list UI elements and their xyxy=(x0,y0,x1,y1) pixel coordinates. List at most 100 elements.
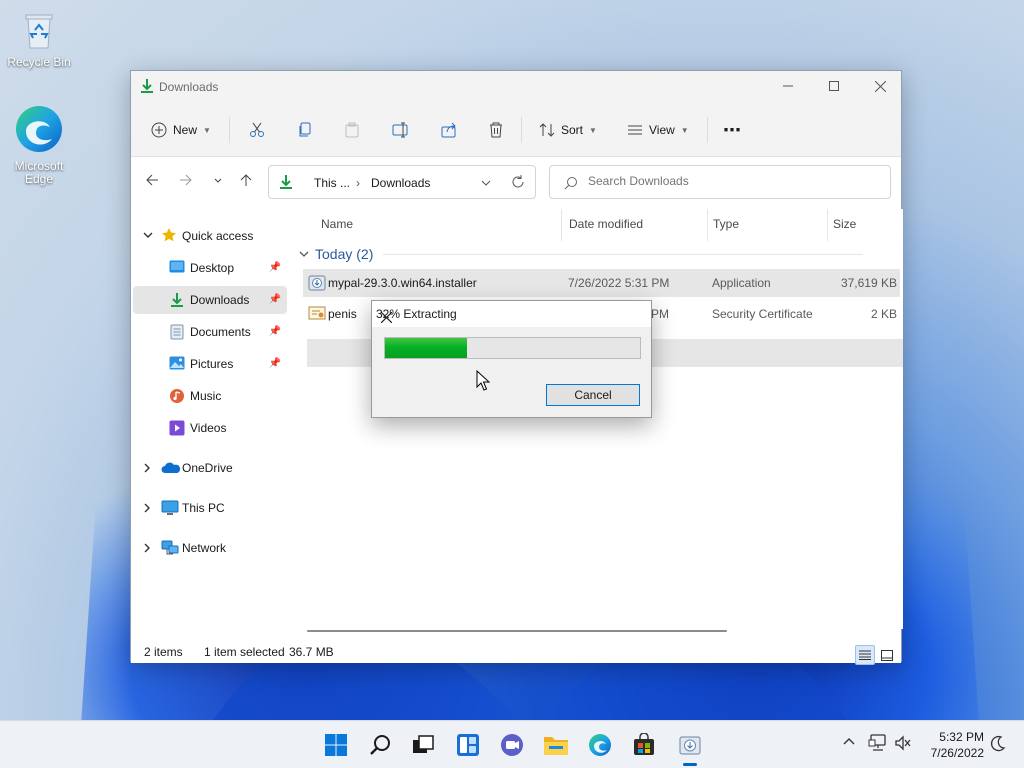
progress-fill xyxy=(385,338,467,358)
trash-icon xyxy=(490,122,502,138)
downloads-icon xyxy=(279,174,293,193)
arrow-left-icon xyxy=(146,174,158,186)
breadcrumb-downloads[interactable]: Downloads xyxy=(371,176,430,190)
chat-button[interactable] xyxy=(498,731,526,759)
taskbar-search-button[interactable] xyxy=(366,731,394,759)
arrow-up-icon xyxy=(240,174,252,186)
nav-desktop[interactable]: Desktop 📌 xyxy=(133,254,287,282)
dialog-title-bar[interactable]: 32% Extracting xyxy=(372,301,651,327)
nav-label: This PC xyxy=(182,501,225,515)
view-button[interactable]: View ▼ xyxy=(627,115,689,145)
notifications-button[interactable] xyxy=(990,735,1006,756)
file-name: mypal-29.3.0.win64.installer xyxy=(328,276,477,290)
dialog-close-button[interactable] xyxy=(376,307,396,327)
nav-this-pc[interactable]: This PC xyxy=(133,494,287,522)
search-box[interactable] xyxy=(549,165,891,199)
breadcrumb-this-pc[interactable]: This ... xyxy=(314,176,350,190)
sort-button[interactable]: Sort ▼ xyxy=(539,115,597,145)
network-ethernet-icon xyxy=(868,734,886,751)
scrollbar-thumb[interactable] xyxy=(307,630,727,632)
edge-taskbar-button[interactable] xyxy=(586,731,614,759)
maximize-button[interactable] xyxy=(811,71,857,101)
address-history-button[interactable] xyxy=(481,177,491,191)
nav-music[interactable]: Music xyxy=(133,382,287,410)
back-button[interactable] xyxy=(145,173,159,190)
show-hidden-icons-button[interactable] xyxy=(843,735,855,749)
nav-videos[interactable]: Videos xyxy=(133,414,287,442)
volume-tray-button[interactable] xyxy=(894,734,912,755)
chevron-right-icon[interactable] xyxy=(143,503,151,515)
file-name: penis xyxy=(328,307,357,321)
nav-label: Network xyxy=(182,541,227,555)
details-view-icon xyxy=(859,650,871,660)
toolbar-divider xyxy=(229,117,230,143)
nav-onedrive[interactable]: OneDrive xyxy=(133,454,287,482)
nav-label: Music xyxy=(190,389,222,403)
cancel-button[interactable]: Cancel xyxy=(546,384,640,406)
copy-button[interactable] xyxy=(297,115,313,145)
status-selection: 1 item selected xyxy=(204,645,285,659)
nav-quick-access[interactable]: Quick access xyxy=(133,222,287,250)
address-bar[interactable]: This ... › Downloads xyxy=(268,165,536,199)
tiles-view-button[interactable] xyxy=(877,645,897,665)
title-bar[interactable]: Downloads xyxy=(131,71,901,103)
desktop-icon-label: Microsoft Edge xyxy=(14,159,64,186)
widgets-button[interactable] xyxy=(454,731,482,759)
column-header-name[interactable]: Name xyxy=(321,217,353,231)
chevron-right-icon[interactable] xyxy=(143,463,151,475)
refresh-button[interactable] xyxy=(511,175,525,192)
file-explorer-button[interactable] xyxy=(542,731,570,759)
network-tray-button[interactable] xyxy=(868,734,888,755)
nav-pictures[interactable]: Pictures 📌 xyxy=(133,350,287,378)
group-header-today[interactable]: Today (2) xyxy=(299,246,863,262)
horizontal-scrollbar[interactable] xyxy=(307,629,727,633)
desktop-icon-edge[interactable]: Microsoft Edge xyxy=(4,104,74,186)
desktop-folder-icon xyxy=(169,260,185,277)
chevron-down-icon[interactable] xyxy=(143,231,153,241)
view-list-icon xyxy=(628,125,642,135)
group-label: Today (2) xyxy=(315,246,374,262)
file-date-modified: PM xyxy=(651,307,669,321)
pin-icon: 📌 xyxy=(268,262,281,273)
nav-downloads[interactable]: Downloads 📌 xyxy=(133,286,287,314)
see-more-button[interactable]: ⋯ xyxy=(723,115,741,145)
file-type: Security Certificate xyxy=(712,307,813,321)
taskbar-clock[interactable]: 5:32 PM 7/26/2022 xyxy=(931,729,984,761)
window-title: Downloads xyxy=(159,80,219,94)
start-icon xyxy=(325,734,347,756)
desktop-icon-recycle-bin[interactable]: Recycle Bin xyxy=(4,10,74,69)
close-button[interactable] xyxy=(857,71,903,101)
rename-button[interactable] xyxy=(392,115,410,145)
share-button[interactable] xyxy=(441,115,457,145)
file-row-mypal[interactable]: mypal-29.3.0.win64.installer 7/26/2022 5… xyxy=(303,269,900,297)
column-header-date-modified[interactable]: Date modified xyxy=(569,217,643,231)
details-view-button[interactable] xyxy=(855,645,875,665)
column-header-type[interactable]: Type xyxy=(713,217,739,231)
forward-button[interactable] xyxy=(179,173,193,190)
new-button[interactable]: New ▼ xyxy=(151,115,211,145)
arrow-right-icon xyxy=(180,174,192,186)
nav-documents[interactable]: Documents 📌 xyxy=(133,318,287,346)
nav-label: Desktop xyxy=(190,261,235,275)
start-button[interactable] xyxy=(322,731,350,759)
maximize-icon xyxy=(829,81,839,91)
recent-locations-button[interactable] xyxy=(213,173,223,190)
mouse-cursor-icon xyxy=(476,370,490,391)
search-input[interactable] xyxy=(588,174,878,188)
nav-network[interactable]: Network xyxy=(133,534,287,562)
minimize-button[interactable] xyxy=(765,71,811,101)
store-button[interactable] xyxy=(630,731,658,759)
delete-button[interactable] xyxy=(488,115,504,145)
moon-icon xyxy=(990,735,1006,752)
up-button[interactable] xyxy=(239,173,253,190)
star-icon xyxy=(161,227,177,246)
store-icon xyxy=(634,733,654,755)
computer-icon xyxy=(161,500,179,519)
task-view-button[interactable] xyxy=(409,731,437,759)
column-header-size[interactable]: Size xyxy=(833,217,856,231)
chevron-right-icon[interactable] xyxy=(143,543,151,555)
paste-button[interactable] xyxy=(344,115,360,145)
progress-bar xyxy=(384,337,641,359)
cut-button[interactable] xyxy=(249,115,265,145)
installer-taskbar-button[interactable] xyxy=(676,731,704,759)
